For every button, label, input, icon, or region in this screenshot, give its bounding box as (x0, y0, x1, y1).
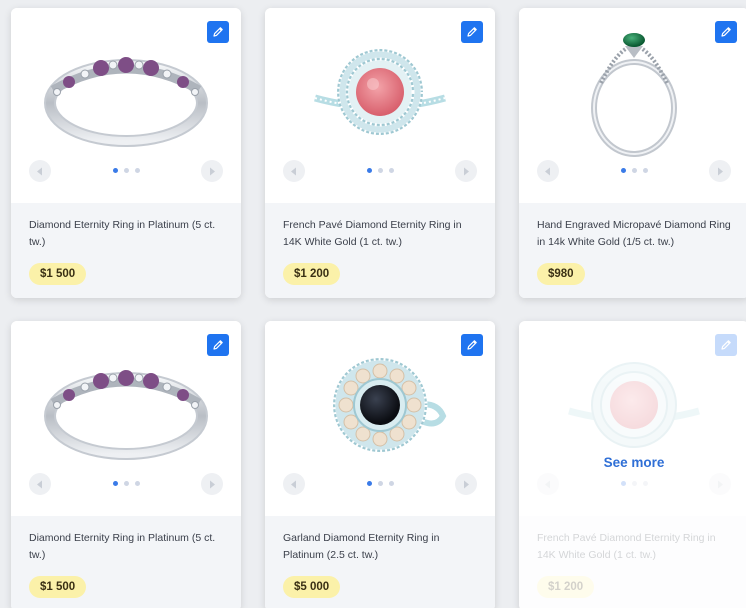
triangle-right-icon (718, 480, 723, 488)
edit-button[interactable] (461, 21, 483, 43)
product-card[interactable]: Garland Diamond Eternity Ring in Platinu… (265, 321, 495, 608)
next-image-button[interactable] (709, 160, 731, 182)
product-card[interactable]: Diamond Eternity Ring in Platinum (5 ct.… (11, 321, 241, 608)
price-badge: $5 000 (283, 576, 341, 598)
carousel-dot[interactable] (631, 168, 637, 173)
product-info: Garland Diamond Eternity Ring in Platinu… (265, 516, 495, 608)
carousel-dot (620, 481, 626, 486)
product-card[interactable]: French Pavé Diamond Eternity Ring in 14K… (265, 8, 495, 298)
edit-button (715, 334, 737, 356)
carousel-dot[interactable] (112, 168, 118, 173)
product-info: Diamond Eternity Ring in Platinum (5 ct.… (11, 203, 241, 298)
triangle-right-icon (718, 167, 723, 175)
next-image-button[interactable] (201, 473, 223, 495)
product-image-area (11, 8, 241, 203)
price-badge: $1 200 (537, 576, 595, 598)
price-badge: $1 500 (29, 263, 87, 285)
product-title[interactable]: Diamond Eternity Ring in Platinum (5 ct.… (29, 217, 223, 253)
pink-halo-ring-image (568, 362, 700, 448)
carousel-dot[interactable] (377, 481, 383, 486)
next-image-button[interactable] (201, 160, 223, 182)
product-image-area (519, 8, 746, 203)
carousel-dot[interactable] (134, 481, 140, 486)
next-image-button (709, 473, 731, 495)
edit-button[interactable] (461, 334, 483, 356)
triangle-right-icon (464, 167, 469, 175)
carousel-dot[interactable] (388, 168, 394, 173)
pencil-icon (467, 27, 477, 37)
pencil-icon (721, 340, 731, 350)
carousel-dot[interactable] (377, 168, 383, 173)
pencil-icon (213, 27, 223, 37)
carousel-dot[interactable] (388, 481, 394, 486)
product-title[interactable]: Diamond Eternity Ring in Platinum (5 ct.… (29, 530, 223, 566)
triangle-right-icon (210, 480, 215, 488)
price-badge: $980 (537, 263, 585, 285)
product-image-area (519, 321, 746, 516)
product-title[interactable]: Garland Diamond Eternity Ring in Platinu… (283, 530, 477, 566)
carousel-dot (642, 481, 648, 486)
carousel-dot[interactable] (112, 481, 118, 486)
product-info: Hand Engraved Micropavé Diamond Ring in … (519, 203, 746, 298)
price-badge: $1 500 (29, 576, 87, 598)
emerald-solitaire-ring-image (591, 33, 677, 157)
carousel-dot[interactable] (134, 168, 140, 173)
carousel-dot[interactable] (123, 481, 129, 486)
carousel-dot[interactable] (123, 168, 129, 173)
edit-button[interactable] (207, 21, 229, 43)
carousel-dot[interactable] (620, 168, 626, 173)
product-image-area (11, 321, 241, 516)
product-title[interactable]: French Pavé Diamond Eternity Ring in 14K… (283, 217, 477, 253)
see-more-card[interactable]: French Pavé Diamond Eternity Ring in 14K… (519, 321, 746, 608)
pencil-icon (213, 340, 223, 350)
product-title: French Pavé Diamond Eternity Ring in 14K… (537, 532, 716, 561)
product-card[interactable]: Diamond Eternity Ring in Platinum (5 ct.… (11, 8, 241, 298)
carousel-dot (631, 481, 637, 486)
see-more-link[interactable]: See more (519, 455, 746, 470)
triangle-right-icon (464, 480, 469, 488)
pencil-icon (467, 340, 477, 350)
next-image-button[interactable] (455, 473, 477, 495)
carousel-dot[interactable] (366, 168, 372, 173)
product-info: Diamond Eternity Ring in Platinum (5 ct.… (11, 516, 241, 608)
pencil-icon (721, 27, 731, 37)
product-image-area (265, 8, 495, 203)
product-info: French Pavé Diamond Eternity Ring in 14K… (519, 516, 746, 608)
product-title[interactable]: Hand Engraved Micropavé Diamond Ring in … (537, 217, 731, 253)
edit-button[interactable] (207, 334, 229, 356)
product-card[interactable]: Hand Engraved Micropavé Diamond Ring in … (519, 8, 746, 298)
carousel-dot[interactable] (642, 168, 648, 173)
price-badge: $1 200 (283, 263, 341, 285)
next-image-button[interactable] (455, 160, 477, 182)
product-image-area (265, 321, 495, 516)
edit-button[interactable] (715, 21, 737, 43)
triangle-right-icon (210, 167, 215, 175)
carousel-dot[interactable] (366, 481, 372, 486)
product-info: French Pavé Diamond Eternity Ring in 14K… (265, 203, 495, 298)
